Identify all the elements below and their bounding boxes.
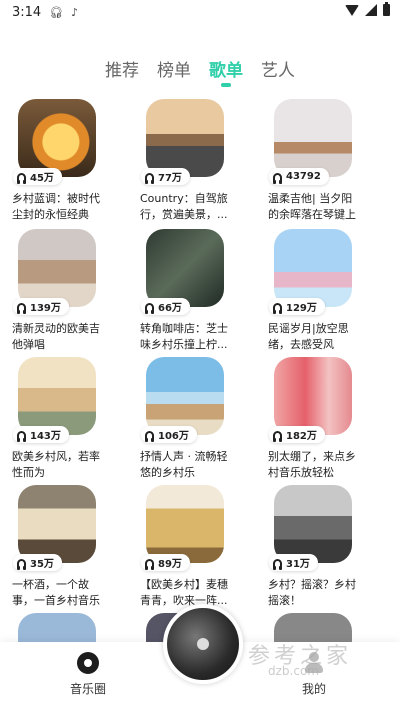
playlist-cover (146, 229, 224, 307)
playlist-card[interactable]: 106万抒情人声 · 流畅轻悠的乡村乐 (140, 357, 240, 481)
playlist-cover (18, 485, 96, 563)
play-count-badge: 45万 (13, 168, 62, 185)
play-count-badge: 129万 (269, 298, 325, 315)
tab-artists[interactable]: 艺人 (259, 56, 297, 81)
play-count-badge: 139万 (13, 298, 69, 315)
playlist-title: 乡村蓝调：被时代尘封的永恒经典 (12, 192, 100, 221)
clock: 3:14 (12, 4, 42, 20)
play-count-badge: 77万 (141, 168, 190, 185)
playlist-title: 别太绷了，来点乡村音乐放轻松 (268, 450, 356, 479)
playlist-card[interactable]: 43792 温柔吉他| 当夕阳的余晖落在琴键上 (268, 99, 368, 223)
playlist-title: 清新灵动的欧美吉他弹唱 (12, 322, 100, 351)
playlist-title: 一杯酒，一个故事，一首乡村音乐 (12, 578, 100, 607)
playlist-card[interactable]: 143万欧美乡村风，若率性而为 (12, 357, 112, 481)
play-count-badge: 182万 (269, 426, 325, 443)
play-count: 139万 (30, 303, 61, 314)
playlist-cover (146, 357, 224, 435)
play-count-badge: 43792 (269, 168, 329, 185)
playlist-card[interactable]: 31万乡村？摇滚？乡村摇滚！ (268, 485, 368, 609)
playlist-cover (146, 485, 224, 563)
playlist-title: 乡村？摇滚？乡村摇滚！ (268, 578, 356, 607)
now-playing-disc[interactable] (163, 604, 243, 684)
battery-icon (383, 2, 390, 16)
play-count: 89万 (158, 559, 182, 570)
signal-icon (365, 4, 377, 16)
play-count-badge: 106万 (141, 426, 197, 443)
play-count-badge: 89万 (141, 554, 190, 571)
nav-music-circle-label: 音乐圈 (69, 682, 106, 696)
playlist-title: 抒情人声 · 流畅轻悠的乡村乐 (140, 450, 228, 479)
playlist-cover (274, 485, 352, 563)
headphones-icon (273, 558, 282, 570)
play-count-badge: 143万 (13, 426, 69, 443)
headphones-icon (273, 172, 282, 184)
headphones-icon (273, 430, 282, 442)
playlist-grid: 45万乡村蓝调：被时代尘封的永恒经典 77万 Country：自驾旅行，赏遍美景，.… (12, 99, 388, 644)
disc-icon (77, 652, 99, 674)
headphones-icon (145, 172, 154, 184)
headphones-icon (17, 302, 26, 314)
watermark-url: dzb.com (268, 664, 319, 678)
play-count: 45万 (30, 173, 54, 184)
playlist-cover (274, 99, 352, 177)
play-count: 35万 (30, 559, 54, 570)
tab-recommend[interactable]: 推荐 (103, 56, 141, 81)
playlist-title: 【欧美乡村】麦穗青青，吹来一阵... (140, 578, 228, 607)
playlist-title: 温柔吉他| 当夕阳的余晖落在琴键上 (268, 192, 356, 221)
playlist-card[interactable]: 129万民谣岁月|放空思绪，去感受风 (268, 229, 368, 353)
tab-charts[interactable]: 榜单 (155, 56, 193, 81)
play-count: 106万 (158, 431, 189, 442)
playlist-title: 民谣岁月|放空思绪，去感受风 (268, 322, 349, 351)
playlist-cover (274, 229, 352, 307)
nav-mine-label: 我的 (301, 682, 326, 696)
playlist-cover (18, 357, 96, 435)
play-count: 31万 (286, 559, 310, 570)
headphones-icon (145, 558, 154, 570)
playlist-card[interactable]: 89万【欧美乡村】麦穗青青，吹来一阵... (140, 485, 240, 609)
playlist-card[interactable]: 139万清新灵动的欧美吉他弹唱 (12, 229, 112, 353)
headphones-icon (145, 430, 154, 442)
playlist-title: 转角咖啡店：芝士味乡村乐撞上柠... (140, 322, 228, 351)
nav-music-circle[interactable]: 音乐圈 (58, 652, 118, 697)
playlist-card[interactable]: 35万一杯酒，一个故事，一首乡村音乐 (12, 485, 112, 609)
play-count-badge: 35万 (13, 554, 62, 571)
headphones-icon (145, 302, 154, 314)
status-bar: 3:14 🎧︎ ♪ (0, 0, 400, 24)
play-count: 182万 (286, 431, 317, 442)
playlist-cover (146, 99, 224, 177)
play-count: 129万 (286, 303, 317, 314)
playlist-cover (274, 357, 352, 435)
playlist-card[interactable]: 66万转角咖啡店：芝士味乡村乐撞上柠... (140, 229, 240, 353)
tab-playlists[interactable]: 歌单 (207, 56, 245, 87)
wifi-icon (345, 4, 359, 16)
play-count: 77万 (158, 173, 182, 184)
headphones-icon (17, 558, 26, 570)
tiktok-icon: ♪ (71, 5, 79, 19)
playlist-title: Country：自驾旅行，赏遍美景，... (140, 192, 228, 221)
playlist-cover (18, 229, 96, 307)
playlist-card[interactable] (12, 613, 112, 644)
play-count: 43792 (286, 171, 321, 182)
playlist-title: 欧美乡村风，若率性而为 (12, 450, 100, 479)
playlist-cover (18, 613, 96, 644)
playlist-card[interactable]: 182万别太绷了，来点乡村音乐放轻松 (268, 357, 368, 481)
active-tab-indicator (221, 83, 231, 87)
headphones-icon (17, 172, 26, 184)
play-count-badge: 66万 (141, 298, 190, 315)
headset-icon: 🎧︎ (49, 5, 64, 19)
headphones-icon (273, 302, 282, 314)
play-count: 66万 (158, 303, 182, 314)
play-count: 143万 (30, 431, 61, 442)
playlist-card[interactable]: 45万乡村蓝调：被时代尘封的永恒经典 (12, 99, 112, 223)
play-count-badge: 31万 (269, 554, 318, 571)
playlist-card[interactable]: 77万 Country：自驾旅行，赏遍美景，... (140, 99, 240, 223)
category-tabs: 推荐 榜单 歌单 艺人 (0, 56, 400, 87)
playlist-cover (18, 99, 96, 177)
headphones-icon (17, 430, 26, 442)
